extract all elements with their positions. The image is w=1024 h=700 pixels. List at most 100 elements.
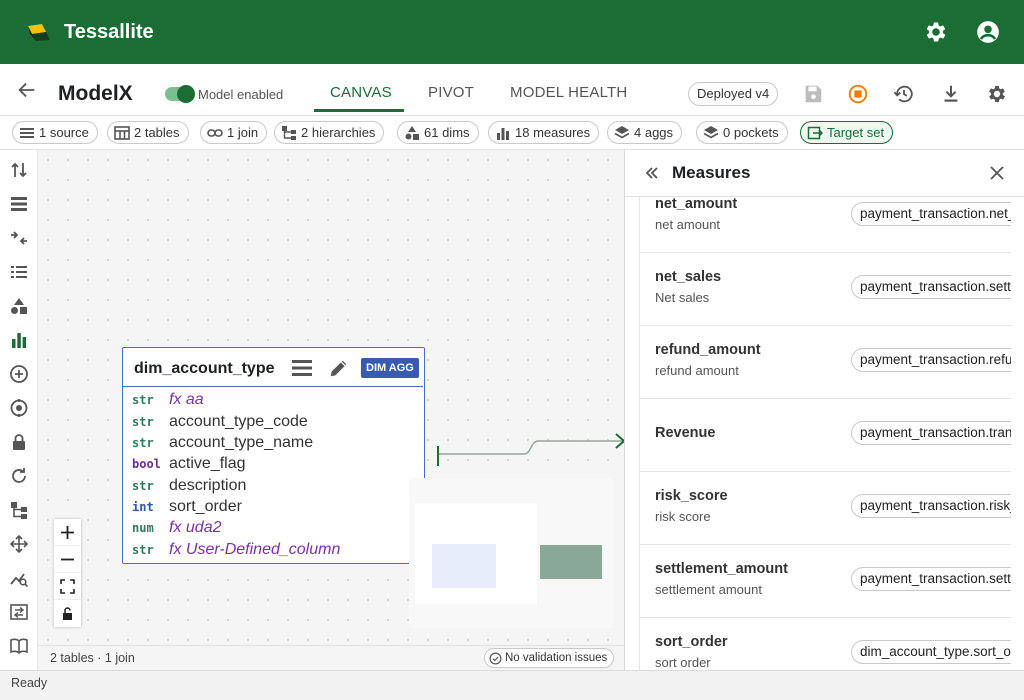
- chip-aggs[interactable]: 4 aggs: [607, 121, 683, 144]
- column-row[interactable]: str account_type_code: [123, 412, 423, 433]
- model-enabled-toggle[interactable]: [165, 85, 195, 103]
- measure-expression-chip[interactable]: payment_transaction.refund_amount: [851, 348, 1011, 372]
- trend-search-icon[interactable]: [9, 568, 29, 588]
- measure-expression-chip[interactable]: payment_transaction.settlement_amount: [851, 567, 1011, 591]
- column-row[interactable]: str description: [123, 476, 423, 497]
- account-avatar-icon[interactable]: [975, 19, 1001, 45]
- measure-name: risk_score: [655, 488, 728, 504]
- measure-row[interactable]: Revenue payment_transaction.transaction_…: [640, 399, 1011, 472]
- model-settings-gear-icon[interactable]: [986, 83, 1008, 105]
- measure-description: risk score: [655, 509, 711, 524]
- column-name: description: [169, 477, 247, 494]
- measures-bar-chart-icon[interactable]: [9, 330, 29, 350]
- chip-label: 1 source: [39, 125, 89, 140]
- model-enabled-label: Model enabled: [198, 87, 284, 102]
- measure-description: sort order: [655, 655, 711, 670]
- sort-arrows-icon[interactable]: [9, 160, 29, 180]
- chip-joins[interactable]: 1 join: [200, 121, 268, 144]
- column-type: str: [132, 436, 154, 450]
- docs-book-icon[interactable]: [9, 636, 29, 656]
- table-list-icon[interactable]: [9, 194, 29, 214]
- target-icon: [807, 126, 823, 139]
- measures-list[interactable]: net_amount net amount payment_transactio…: [639, 197, 1011, 670]
- numbered-list-icon[interactable]: [9, 262, 29, 282]
- measure-row[interactable]: net_amount net amount payment_transactio…: [640, 197, 1011, 253]
- column-type: str: [132, 393, 154, 407]
- tab-canvas[interactable]: CANVAS: [330, 84, 392, 101]
- measure-row[interactable]: settlement_amount settlement amount paym…: [640, 545, 1011, 618]
- chip-label: 18 measures: [515, 125, 591, 140]
- chip-measures[interactable]: 18 measures: [488, 121, 600, 144]
- lock-icon[interactable]: [9, 432, 29, 452]
- zoom-in-button[interactable]: [54, 519, 81, 546]
- chip-dims[interactable]: 61 dims: [397, 121, 479, 144]
- save-icon[interactable]: [802, 83, 824, 105]
- plus-icon: [61, 526, 74, 539]
- tessallite-logo-icon: [28, 24, 50, 41]
- tab-model-health[interactable]: MODEL HEALTH: [510, 84, 627, 101]
- chip-tables[interactable]: 2 tables: [107, 121, 189, 144]
- measure-expression-chip[interactable]: payment_transaction.settlement_amount: [851, 275, 1011, 299]
- deployed-version-chip[interactable]: Deployed v4: [688, 82, 779, 106]
- model-canvas[interactable]: dim_account_type DIM AGG str fx aa str a…: [38, 150, 624, 645]
- edit-pencil-icon[interactable]: [328, 357, 350, 379]
- column-row[interactable]: int sort_order: [123, 497, 423, 518]
- merge-arrows-icon[interactable]: [9, 228, 29, 248]
- measure-row[interactable]: sort_order sort order dim_account_type.s…: [640, 618, 1011, 670]
- measure-row[interactable]: refund_amount refund amount payment_tran…: [640, 326, 1011, 399]
- collapse-chevrons-icon[interactable]: [643, 164, 661, 182]
- target-sync-icon[interactable]: [9, 398, 29, 418]
- measure-expression-chip[interactable]: payment_transaction.transaction_amount: [851, 421, 1011, 445]
- measure-name: refund_amount: [655, 342, 761, 358]
- measure-expression-chip[interactable]: dim_account_type.sort_order: [851, 640, 1011, 664]
- add-circle-icon[interactable]: [9, 364, 29, 384]
- canvas-stats: 2 tables · 1 join: [50, 651, 135, 665]
- lock-canvas-button[interactable]: [54, 600, 81, 627]
- zoom-out-button[interactable]: [54, 546, 81, 573]
- shapes-icon: [405, 125, 419, 140]
- column-row[interactable]: num fx uda2: [123, 518, 423, 539]
- chip-target-set[interactable]: Target set: [800, 121, 894, 144]
- fit-view-button[interactable]: [54, 573, 81, 600]
- chip-hierarchies[interactable]: 2 hierarchies: [274, 121, 385, 144]
- history-icon[interactable]: [893, 83, 915, 105]
- column-name: fx User-Defined_column: [169, 541, 341, 558]
- column-name: sort_order: [169, 498, 242, 515]
- chip-sources[interactable]: 1 source: [12, 121, 98, 144]
- move-arrows-icon[interactable]: [9, 534, 29, 554]
- column-row[interactable]: str fx aa: [123, 390, 423, 411]
- back-arrow-icon[interactable]: [16, 79, 38, 101]
- measure-row[interactable]: risk_score risk score payment_transactio…: [640, 472, 1011, 545]
- column-row[interactable]: bool active_flag: [123, 454, 423, 475]
- swap-table-icon[interactable]: [9, 602, 29, 622]
- hierarchy-tree-icon[interactable]: [9, 500, 29, 520]
- column-row[interactable]: str fx User-Defined_column: [123, 540, 423, 561]
- measures-panel: Measures net_amount net amount payment_t…: [624, 150, 1024, 670]
- table-card-dim-account-type[interactable]: dim_account_type DIM AGG str fx aa str a…: [122, 347, 425, 564]
- canvas-minimap[interactable]: [409, 478, 613, 628]
- column-type: int: [132, 500, 154, 514]
- validation-status-chip[interactable]: No validation issues: [484, 648, 615, 668]
- column-type: str: [132, 415, 154, 429]
- measure-name: net_amount: [655, 197, 738, 212]
- measure-name: sort_order: [655, 634, 728, 650]
- measure-expression-chip[interactable]: payment_transaction.net_amount: [851, 202, 1011, 226]
- refresh-icon[interactable]: [9, 466, 29, 486]
- status-bar: Ready: [0, 670, 1024, 700]
- table-card-header[interactable]: dim_account_type DIM AGG: [123, 348, 423, 387]
- download-icon[interactable]: [940, 83, 962, 105]
- chip-label: 0 pockets: [723, 125, 779, 140]
- measure-row[interactable]: net_sales Net sales payment_transaction.…: [640, 253, 1011, 326]
- menu-icon[interactable]: [291, 358, 313, 378]
- table-card-title: dim_account_type: [134, 360, 275, 377]
- close-icon[interactable]: [988, 164, 1006, 182]
- column-type: str: [132, 543, 154, 557]
- dimensions-shapes-icon[interactable]: [9, 296, 29, 316]
- settings-gear-icon[interactable]: [923, 19, 949, 45]
- column-name: fx uda2: [169, 519, 222, 536]
- tab-pivot[interactable]: PIVOT: [428, 84, 474, 101]
- stop-icon[interactable]: [847, 83, 869, 105]
- chip-pockets[interactable]: 0 pockets: [696, 121, 788, 144]
- measure-expression-chip[interactable]: payment_transaction.risk_score: [851, 494, 1011, 518]
- column-row[interactable]: str account_type_name: [123, 433, 423, 454]
